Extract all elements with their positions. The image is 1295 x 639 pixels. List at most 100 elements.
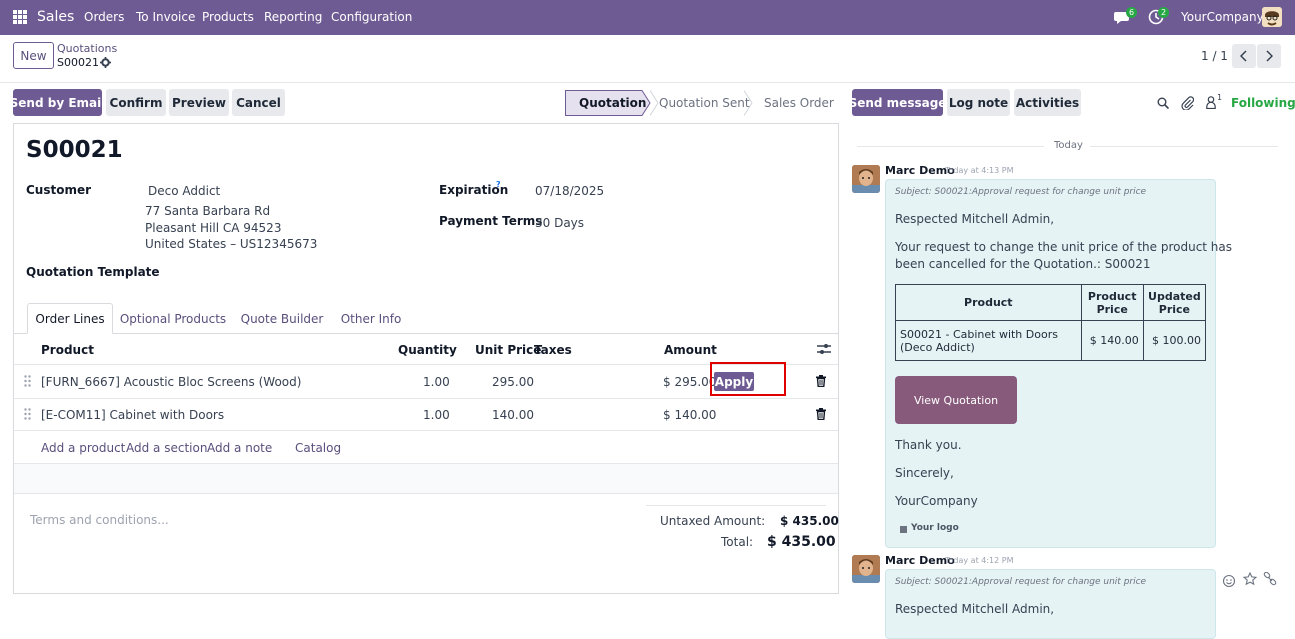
status-quotation[interactable]: Quotation bbox=[579, 90, 646, 116]
add-note-link[interactable]: Add a note bbox=[207, 441, 272, 455]
apply-button[interactable]: Apply bbox=[714, 372, 754, 391]
send-by-email-button[interactable]: Send by Email bbox=[10, 89, 105, 116]
message-thanks: Thank you. bbox=[895, 438, 962, 452]
quotation-title: S00021 bbox=[26, 137, 123, 163]
menu-orders[interactable]: Orders bbox=[84, 10, 124, 24]
trash-icon[interactable] bbox=[816, 408, 826, 421]
message-greeting: Respected Mitchell Admin, bbox=[895, 212, 1055, 226]
message-logo: Your logo bbox=[911, 523, 959, 533]
confirm-button[interactable]: Confirm bbox=[106, 89, 166, 116]
message-subject: Subject: S00021:Approval request for cha… bbox=[895, 577, 1147, 587]
expiration-field[interactable]: 07/18/2025 bbox=[535, 184, 604, 198]
message-greeting: Respected Mitchell Admin, bbox=[895, 602, 1055, 616]
customer-address-line1: 77 Santa Barbara Rd bbox=[145, 204, 271, 218]
message-subject: Subject: S00021:Approval request for cha… bbox=[895, 187, 1147, 197]
tab-quote-builder[interactable]: Quote Builder bbox=[236, 303, 328, 334]
column-quantity[interactable]: Quantity bbox=[398, 343, 457, 357]
table-header-product-price: Product Price bbox=[1080, 284, 1144, 321]
column-unit-price[interactable]: Unit Price bbox=[475, 343, 541, 357]
menu-products[interactable]: Products bbox=[202, 10, 254, 24]
pager-next-button[interactable] bbox=[1257, 44, 1281, 68]
table-cell-product: S00021 - Cabinet with Doors (Deco Addict… bbox=[895, 320, 1082, 361]
row-product[interactable]: [E-COM11] Cabinet with Doors bbox=[41, 408, 224, 422]
table-header-product: Product bbox=[895, 284, 1082, 321]
untaxed-value: $ 435.00 bbox=[780, 514, 839, 528]
row-unit-price[interactable]: 140.00 bbox=[492, 408, 534, 422]
company-switcher[interactable]: YourCompany bbox=[1181, 10, 1264, 24]
log-note-button[interactable]: Log note bbox=[947, 89, 1010, 116]
drag-handle-icon[interactable] bbox=[24, 375, 31, 387]
terms-input[interactable]: Terms and conditions... bbox=[30, 513, 169, 527]
table-cell-product-price: $ 140.00 bbox=[1080, 320, 1144, 361]
message-time: Today at 4:12 PM bbox=[945, 556, 1014, 565]
menu-configuration[interactable]: Configuration bbox=[331, 10, 412, 24]
expiration-help-icon[interactable]: ? bbox=[496, 180, 501, 189]
apps-menu-icon[interactable] bbox=[13, 10, 27, 24]
logo-icon bbox=[900, 526, 907, 533]
payment-terms-field[interactable]: 30 Days bbox=[535, 216, 584, 230]
cancel-button[interactable]: Cancel bbox=[232, 89, 285, 116]
following-button[interactable]: Following bbox=[1231, 96, 1295, 110]
add-section-link[interactable]: Add a section bbox=[126, 441, 207, 455]
table-header-updated-price: Updated Price bbox=[1142, 284, 1207, 321]
add-reaction-icon[interactable] bbox=[1222, 573, 1237, 588]
optional-columns-icon[interactable] bbox=[817, 343, 831, 355]
status-quotation-sent[interactable]: Quotation Sent bbox=[659, 90, 750, 116]
row-unit-price[interactable]: 295.00 bbox=[492, 375, 534, 389]
row-quantity[interactable]: 1.00 bbox=[423, 408, 450, 422]
customer-field[interactable]: Deco Addict bbox=[148, 184, 220, 198]
payment-terms-label: Payment Terms bbox=[439, 214, 543, 228]
customer-address-line2: Pleasant Hill CA 94523 bbox=[145, 221, 282, 235]
status-sales-order[interactable]: Sales Order bbox=[764, 90, 834, 116]
message-body-line1: Your request to change the unit price of… bbox=[895, 240, 1233, 254]
search-icon[interactable] bbox=[1157, 97, 1170, 110]
tab-order-lines[interactable]: Order Lines bbox=[27, 303, 113, 334]
menu-reporting[interactable]: Reporting bbox=[264, 10, 322, 24]
quotation-template-label: Quotation Template bbox=[26, 265, 160, 279]
send-message-button[interactable]: Send message bbox=[849, 89, 946, 116]
activities-button[interactable]: Activities bbox=[1014, 89, 1081, 116]
drag-handle-icon[interactable] bbox=[24, 408, 31, 420]
message-bubble bbox=[885, 179, 1216, 548]
link-icon[interactable] bbox=[1263, 571, 1277, 586]
star-icon[interactable] bbox=[1242, 571, 1258, 586]
column-amount[interactable]: Amount bbox=[664, 343, 717, 357]
add-product-link[interactable]: Add a product bbox=[41, 441, 125, 455]
trash-icon[interactable] bbox=[816, 375, 826, 388]
row-quantity[interactable]: 1.00 bbox=[423, 375, 450, 389]
message-time: Today at 4:13 PM bbox=[945, 166, 1014, 175]
user-avatar[interactable] bbox=[1262, 7, 1282, 27]
row-amount: $ 140.00 bbox=[663, 408, 717, 422]
pager-value[interactable]: 1 / 1 bbox=[1201, 49, 1228, 63]
breadcrumb-parent[interactable]: Quotations bbox=[57, 42, 117, 55]
followers-icon[interactable] bbox=[1206, 96, 1216, 110]
attachment-icon[interactable] bbox=[1181, 96, 1195, 111]
total-label: Total: bbox=[721, 535, 754, 549]
preview-button[interactable]: Preview bbox=[169, 89, 229, 116]
view-quotation-button[interactable]: View Quotation bbox=[895, 376, 1017, 424]
menu-to-invoice[interactable]: To Invoice bbox=[136, 10, 195, 24]
new-button[interactable]: New bbox=[13, 42, 54, 69]
table-footer bbox=[14, 464, 838, 494]
followers-count: 1 bbox=[1217, 93, 1223, 102]
row-product[interactable]: [FURN_6667] Acoustic Bloc Screens (Wood) bbox=[41, 375, 301, 389]
author-avatar[interactable] bbox=[852, 165, 880, 193]
activities-badge: 2 bbox=[1158, 7, 1170, 18]
day-separator-line-right bbox=[1090, 146, 1278, 147]
tab-other-info[interactable]: Other Info bbox=[336, 303, 406, 334]
untaxed-label: Untaxed Amount: bbox=[660, 514, 766, 528]
gear-icon[interactable] bbox=[100, 57, 111, 68]
message-body-line2: been cancelled for the Quotation.: S0002… bbox=[895, 257, 1151, 271]
message-company: YourCompany bbox=[895, 494, 978, 508]
pager-previous-button[interactable] bbox=[1232, 44, 1256, 68]
day-separator: Today bbox=[1054, 140, 1083, 151]
tab-optional-products[interactable]: Optional Products bbox=[118, 303, 228, 334]
catalog-link[interactable]: Catalog bbox=[295, 441, 341, 455]
app-name[interactable]: Sales bbox=[37, 9, 74, 25]
column-product[interactable]: Product bbox=[41, 343, 94, 357]
control-panel: New Quotations S00021 1 / 1 bbox=[0, 35, 1295, 83]
price-change-table: Product Product Price Updated Price S000… bbox=[895, 284, 1207, 361]
row-divider bbox=[14, 430, 838, 431]
column-taxes[interactable]: Taxes bbox=[534, 343, 572, 357]
author-avatar[interactable] bbox=[852, 555, 880, 583]
